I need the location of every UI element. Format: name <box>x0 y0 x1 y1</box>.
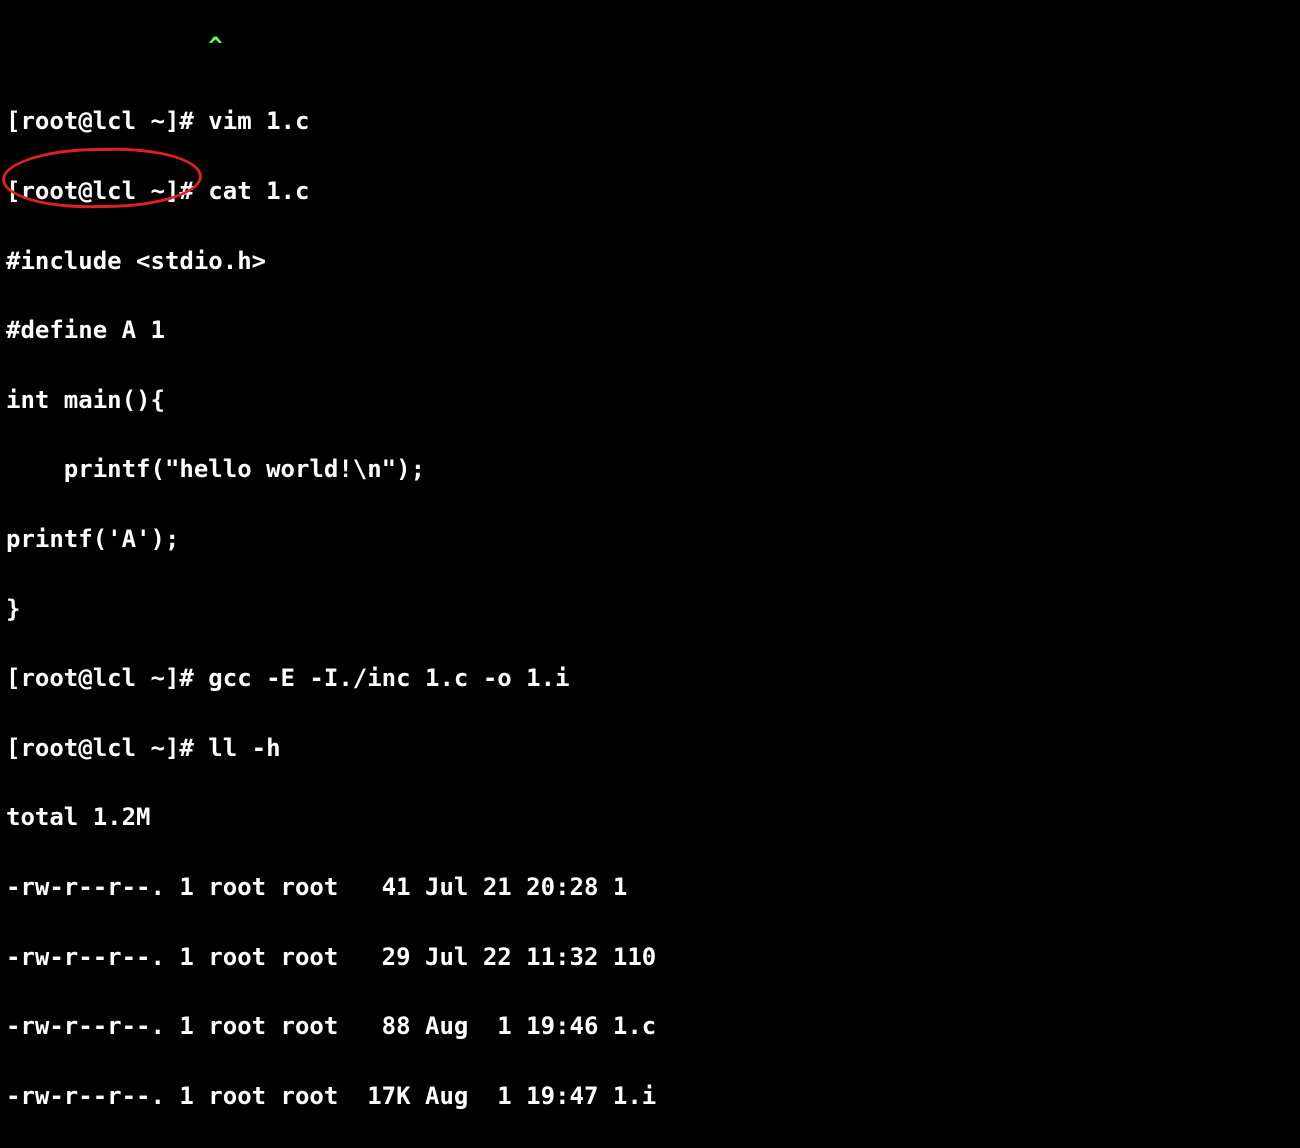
terminal-line: -rw-r--r--. 1 root root 17K Aug 1 19:47 … <box>6 1079 1300 1114</box>
terminal-line: [root@lcl ~]# gcc -E -I./inc 1.c -o 1.i <box>6 661 1300 696</box>
caret-line: ^ <box>6 35 1300 70</box>
terminal-line: -rw-r--r--. 1 root root 29 Jul 22 11:32 … <box>6 940 1300 975</box>
terminal-line: int main(){ <box>6 383 1300 418</box>
terminal-line: total 1.2M <box>6 800 1300 835</box>
terminal-line: [root@lcl ~]# ll -h <box>6 731 1300 766</box>
terminal-line: -rw-r--r--. 1 root root 41 Jul 21 20:28 … <box>6 870 1300 905</box>
terminal-line: -rw-r--r--. 1 root root 88 Aug 1 19:46 1… <box>6 1009 1300 1044</box>
terminal-line: [root@lcl ~]# vim 1.c <box>6 104 1300 139</box>
terminal-line: #include <stdio.h> <box>6 244 1300 279</box>
terminal-line: printf("hello world!\n"); <box>6 452 1300 487</box>
terminal-line: printf('A'); <box>6 522 1300 557</box>
cursor-caret-icon: ^ <box>208 32 222 60</box>
terminal-line: } <box>6 592 1300 627</box>
terminal-output[interactable]: ^ [root@lcl ~]# vim 1.c [root@lcl ~]# ca… <box>0 0 1300 1148</box>
terminal-line: [root@lcl ~]# cat 1.c <box>6 174 1300 209</box>
terminal-line: #define A 1 <box>6 313 1300 348</box>
